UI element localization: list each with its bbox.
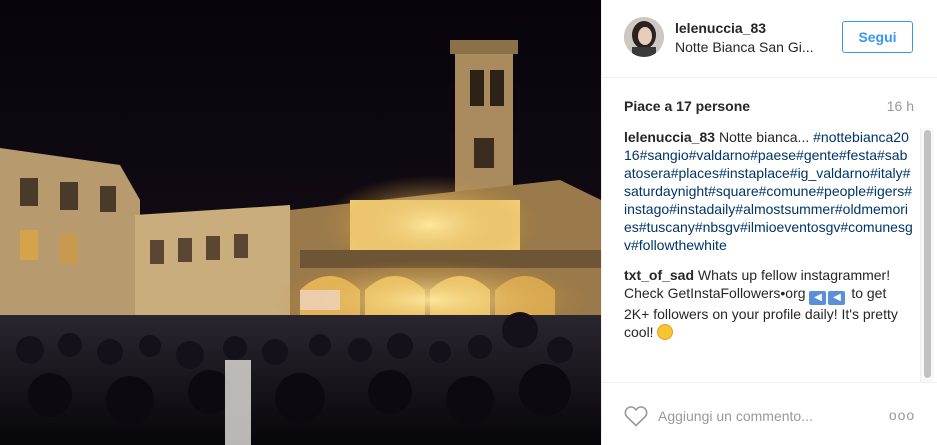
comment-username[interactable]: lelenuccia_83	[624, 129, 715, 145]
heart-outline-icon[interactable]	[624, 405, 648, 427]
avatar-image	[624, 17, 664, 57]
post-footer: ooo	[602, 382, 937, 445]
arrow-left-emoji-icon: ◀	[809, 291, 827, 305]
post-header: lelenuccia_83 Notte Bianca San Gi... Seg…	[602, 0, 937, 78]
post-sidebar: lelenuccia_83 Notte Bianca San Gi... Seg…	[601, 0, 937, 445]
location-link[interactable]: Notte Bianca San Gi...	[675, 39, 835, 55]
list-item: txt_of_sad Whats up fellow instagrammer!…	[624, 266, 914, 341]
caption-comment: lelenuccia_83 Notte bianca... #nottebian…	[624, 128, 914, 254]
comment-text: Notte bianca...	[718, 129, 810, 145]
comment-username[interactable]: txt_of_sad	[624, 267, 694, 283]
smiling-face-emoji-icon	[657, 324, 674, 340]
post-photo[interactable]	[0, 0, 601, 445]
comments-list: lelenuccia_83 Notte bianca... #nottebian…	[624, 128, 914, 382]
likes-count[interactable]: Piace a 17 persone	[624, 98, 750, 114]
hashtags[interactable]: #nottebianca2016#sangio#valdarno#paese#g…	[624, 129, 913, 253]
scrollbar-thumb[interactable]	[924, 130, 931, 378]
username[interactable]: lelenuccia_83	[675, 20, 766, 36]
follow-button[interactable]: Segui	[842, 21, 913, 53]
comments-scrollbar[interactable]	[920, 128, 934, 382]
likes-row: Piace a 17 persone 16 h	[624, 96, 914, 116]
more-options-icon[interactable]: ooo	[888, 407, 916, 425]
avatar[interactable]	[624, 17, 664, 57]
comment-input[interactable]	[658, 405, 868, 427]
night-square-photo	[0, 0, 601, 445]
post-time[interactable]: 16 h	[887, 98, 914, 114]
arrow-left-emoji-icon: ◀	[828, 291, 846, 305]
